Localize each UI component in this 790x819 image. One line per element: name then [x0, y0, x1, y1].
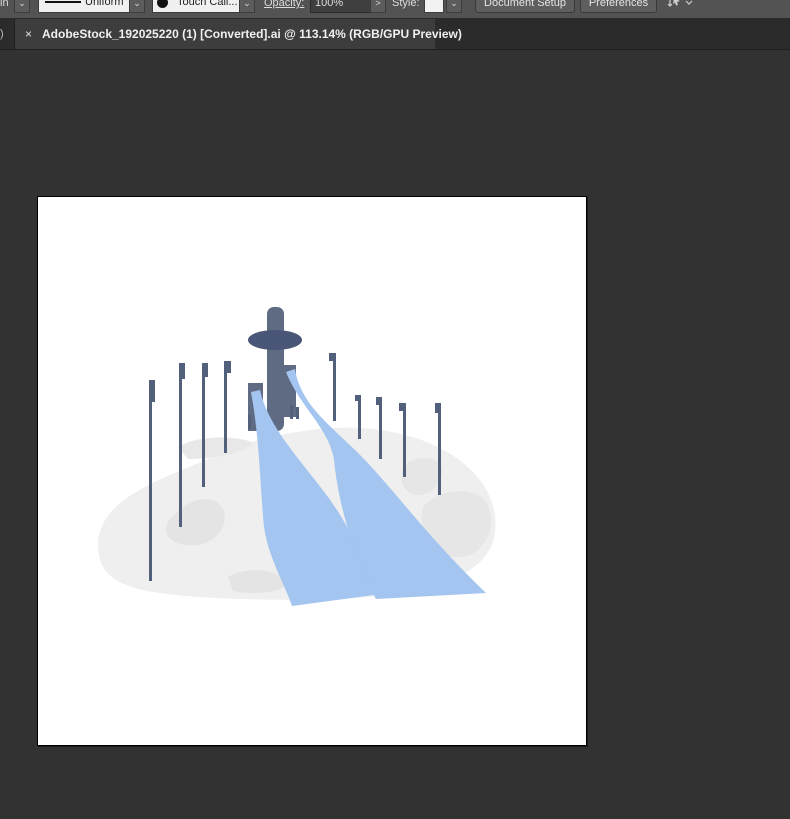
tab-title: AdobeStock_192025220 (1) [Converted].ai …	[42, 27, 462, 41]
close-icon[interactable]: ×	[25, 27, 32, 41]
chevron-right-icon[interactable]: >	[370, 0, 386, 13]
chevron-down-icon[interactable]: ⌄	[14, 0, 30, 13]
preferences-button[interactable]: Preferences	[580, 0, 657, 13]
document-tab-bar: ) × AdobeStock_192025220 (1) [Converted]…	[0, 19, 790, 50]
tab-previous-document[interactable]: )	[0, 19, 15, 49]
brush-label: Touch Call...	[177, 0, 238, 8]
style-swatch[interactable]	[424, 0, 444, 13]
control-bar: in ⌄ Uniform ⌄ Touch Call... ⌄ Opacity: …	[0, 0, 790, 19]
opacity-input[interactable]: 100%	[310, 0, 372, 13]
arrange-documents-icon[interactable]	[666, 0, 696, 12]
tab-active-document[interactable]: × AdobeStock_192025220 (1) [Converted].a…	[15, 19, 462, 49]
ski-jump-illustration	[98, 307, 496, 606]
stroke-profile-label: Uniform	[85, 0, 124, 8]
artboard[interactable]	[37, 196, 587, 746]
clipped-label: in	[0, 0, 9, 9]
brush-definition-dropdown[interactable]: Touch Call...	[152, 0, 240, 13]
chevron-down-icon[interactable]: ⌄	[129, 0, 145, 13]
style-label: Style:	[392, 0, 420, 9]
opacity-label[interactable]: Opacity:	[264, 0, 304, 9]
stroke-line-icon	[45, 1, 81, 3]
chevron-down-icon[interactable]: ⌄	[446, 0, 462, 13]
brush-dot-icon	[157, 0, 168, 8]
chevron-down-icon[interactable]: ⌄	[239, 0, 255, 13]
document-setup-button[interactable]: Document Setup	[475, 0, 575, 13]
stroke-profile-dropdown[interactable]: Uniform	[38, 0, 130, 13]
canvas-area[interactable]	[0, 50, 790, 819]
